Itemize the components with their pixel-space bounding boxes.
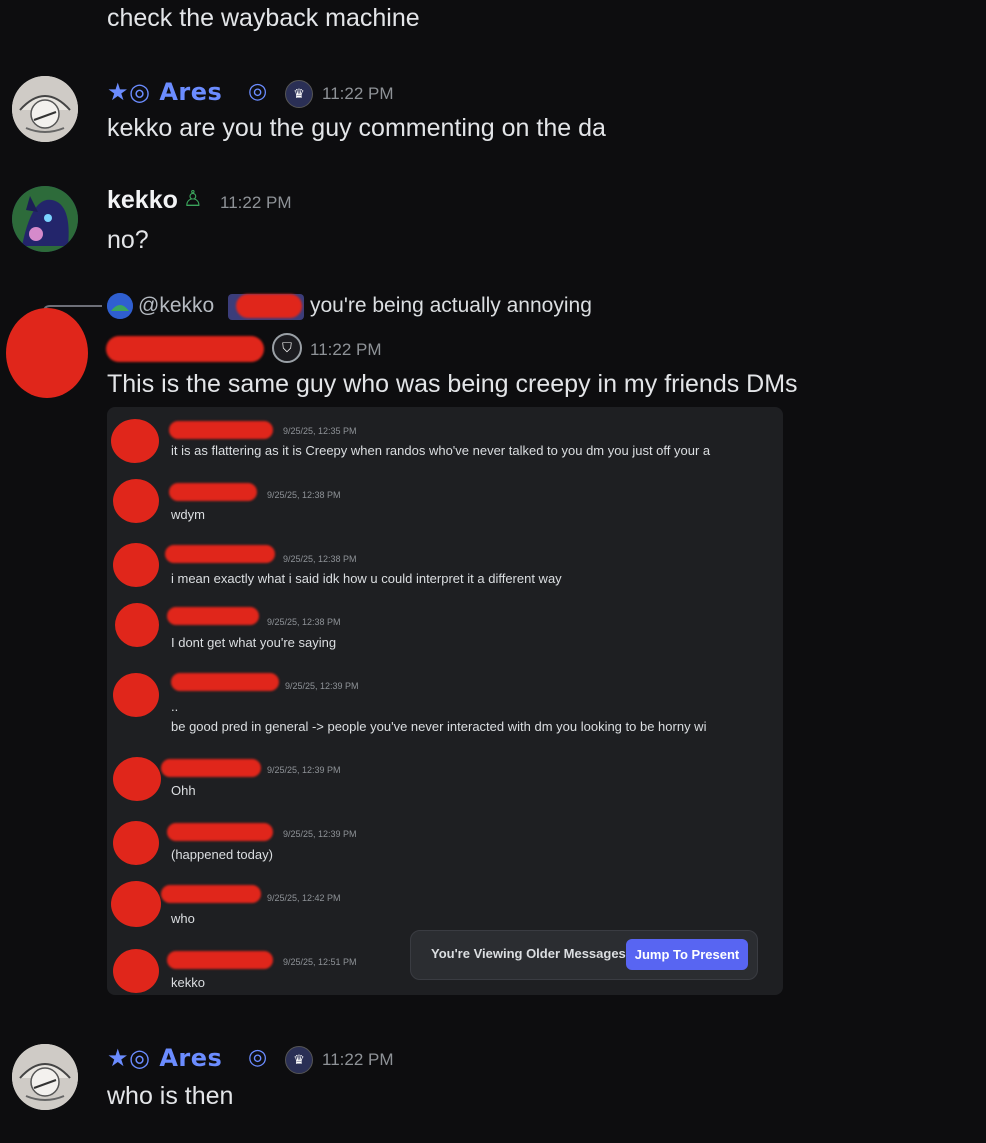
message-text: kekko are you the guy commenting on the … [107,114,606,142]
redacted-username [106,336,264,362]
message-text: who is then [107,1082,234,1110]
redacted-username [169,483,257,501]
older-messages-bar: You're Viewing Older Messages Jump To Pr… [410,930,758,980]
crown-badge-icon: ♛ [285,80,313,108]
message-text: This is the same guy who was being creep… [107,370,798,398]
kekko-avatar[interactable] [12,186,78,252]
ares-avatar[interactable] [12,1044,78,1110]
member-icon: ♙ [183,186,203,211]
embed-timestamp: 9/25/25, 12:39 PM [267,765,341,775]
redacted-avatar [113,543,159,587]
embed-timestamp: 9/25/25, 12:35 PM [283,426,357,436]
shield-badge-icon: ⛉ [272,333,302,363]
redacted-username [167,823,273,841]
redacted-avatar [113,479,159,523]
redacted-username [161,759,261,777]
embed-timestamp: 9/25/25, 12:38 PM [283,554,357,564]
embed-message-text: who [171,911,195,926]
redacted-avatar [111,419,159,463]
embed-message-text: kekko [171,975,205,990]
redacted-avatar [111,881,161,927]
redacted-avatar [113,757,161,801]
ares-username[interactable]: ★◎ Ares [107,1044,222,1072]
embed-message-text: be good pred in general -> people you've… [171,719,707,734]
embed-message-text: I dont get what you're saying [171,635,337,650]
embed-timestamp: 9/25/25, 12:39 PM [283,829,357,839]
spiral-icon: ◎ [248,78,268,103]
embed-message-text: (happened today) [171,847,273,862]
timestamp: 11:22 PM [322,1050,394,1069]
redacted-username [169,421,273,439]
kekko-username[interactable]: kekko [107,186,178,215]
timestamp: 11:22 PM [322,84,394,103]
reply-avatar [107,293,133,319]
embed-timestamp: 9/25/25, 12:39 PM [285,681,359,691]
embed-message-text: i mean exactly what i said idk how u cou… [171,571,562,586]
redacted-avatar[interactable] [6,308,88,398]
older-messages-label: You're Viewing Older Messages [431,946,626,961]
redacted-avatar [113,673,159,717]
embed-message-text: wdym [171,507,205,522]
embed-timestamp: 9/25/25, 12:38 PM [267,617,341,627]
embed-message-text: Ohh [171,783,196,798]
ares-username[interactable]: ★◎ Ares [107,78,222,106]
spiral-icon: ◎ [248,1044,268,1069]
redacted-avatar [113,821,159,865]
redacted-username [167,607,259,625]
message-text: no? [107,226,149,254]
reply-text[interactable]: you're being actually annoying [310,294,592,318]
embed-timestamp: 9/25/25, 12:38 PM [267,490,341,500]
embedded-screenshot[interactable]: 9/25/25, 12:35 PM it is as flattering as… [107,407,783,995]
redacted-avatar [115,603,159,647]
redacted-username [167,951,273,969]
ares-avatar[interactable] [12,76,78,142]
embed-message-text: .. [171,699,179,714]
timestamp: 11:22 PM [310,340,382,359]
redacted-username [161,885,261,903]
crown-badge-icon: ♛ [285,1046,313,1074]
embed-timestamp: 9/25/25, 12:42 PM [267,893,341,903]
redacted-username [165,545,275,563]
redacted-username [171,673,279,691]
timestamp: 11:22 PM [220,193,292,212]
jump-to-present-button[interactable]: Jump To Present [626,939,748,970]
embed-timestamp: 9/25/25, 12:51 PM [283,957,357,967]
redaction [236,294,302,318]
redacted-avatar [113,949,159,993]
embed-message-text: it is as flattering as it is Creepy when… [171,443,711,458]
message-text: check the wayback machine [107,4,420,32]
reply-mention[interactable]: @kekko [138,294,214,318]
